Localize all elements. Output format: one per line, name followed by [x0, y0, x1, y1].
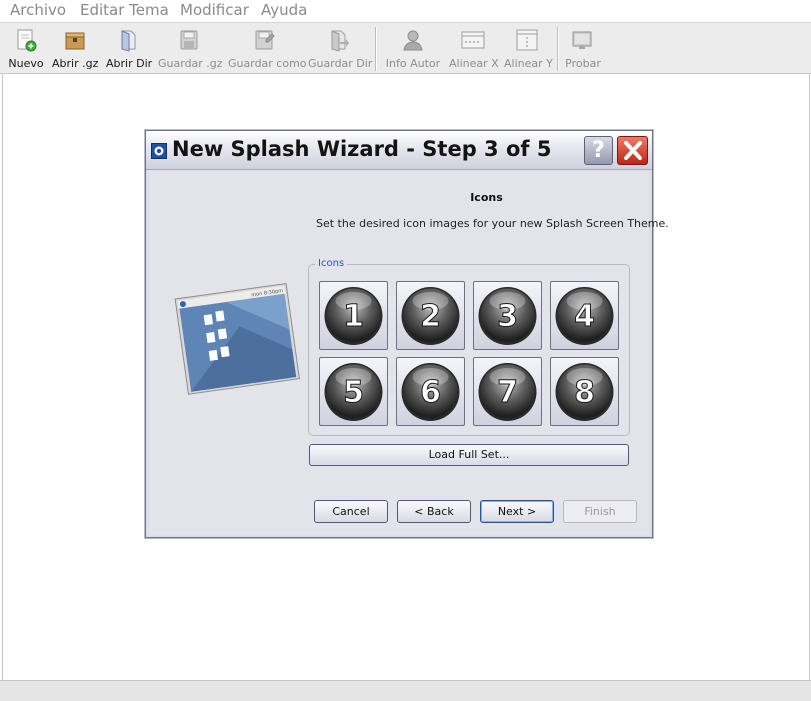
save-archive-icon [180, 30, 198, 50]
icon-number: 7 [497, 375, 518, 410]
open-directory-icon [121, 30, 136, 52]
icons-group-label: Icons [315, 258, 348, 269]
save-directory-icon [331, 30, 349, 52]
help-button[interactable]: ? [584, 136, 613, 165]
icon-slot-7-button[interactable]: 7 [473, 357, 542, 426]
author-icon [403, 30, 423, 51]
dialog-title: New Splash Wizard - Step 3 of 5 [172, 137, 552, 161]
save-gz-button[interactable]: Guardar .gz [158, 25, 223, 73]
open-dir-label: Abrir Dir [106, 57, 153, 70]
open-archive-icon [65, 32, 85, 50]
icon-slot-1-button[interactable]: 1 [319, 281, 388, 350]
icon-slot-8-button[interactable]: 8 [550, 357, 619, 426]
numbered-orb-icon: 3 [478, 287, 537, 345]
icon-number: 1 [343, 299, 364, 334]
toolbar-separator [375, 27, 377, 71]
next-button[interactable]: Next > [480, 500, 554, 523]
test-icon [572, 31, 592, 49]
icon-slot-4-button[interactable]: 4 [550, 281, 619, 350]
save-gz-label: Guardar .gz [158, 57, 223, 70]
author-info-button[interactable]: Info Autor [385, 25, 441, 73]
desktop-preview-image: mon 8:30pm [174, 282, 300, 395]
open-gz-label: Abrir .gz [52, 57, 99, 70]
save-as-label: Guardar como [228, 57, 307, 70]
dialog-titlebar[interactable]: New Splash Wizard - Step 3 of 5 ? [146, 131, 652, 170]
save-dir-label: Guardar Dir [308, 57, 373, 70]
numbered-orb-icon: 5 [324, 363, 383, 421]
test-label: Probar [565, 57, 601, 70]
section-heading: Icons [470, 191, 503, 204]
icon-number: 2 [420, 299, 441, 334]
align-x-label: Alinear X [449, 57, 499, 70]
icon-slot-2-button[interactable]: 2 [396, 281, 465, 350]
icon-slot-3-button[interactable]: 3 [473, 281, 542, 350]
splash-wizard-dialog: New Splash Wizard - Step 3 of 5 ? Icons … [145, 130, 669, 538]
load-full-set-button[interactable]: Load Full Set... [309, 444, 629, 466]
icon-number: 8 [574, 375, 595, 410]
icon-slot-6-button[interactable]: 6 [396, 357, 465, 426]
numbered-orb-icon: 1 [324, 287, 383, 345]
toolbar-separator [557, 27, 559, 71]
close-button[interactable] [617, 136, 648, 165]
open-gz-button[interactable]: Abrir .gz [52, 25, 98, 73]
menu-modificar[interactable]: Modificar [180, 0, 249, 22]
new-document-icon [17, 29, 37, 52]
icon-number: 3 [497, 299, 518, 334]
toolbar: Nuevo Abrir .gz Abrir Dir Guardar .gz Gu… [0, 22, 811, 74]
save-dir-button[interactable]: Guardar Dir [308, 25, 373, 73]
icon-slot-5-button[interactable]: 5 [319, 357, 388, 426]
back-button[interactable]: < Back [397, 500, 471, 523]
align-x-button[interactable]: Alinear X [449, 25, 499, 73]
close-icon [624, 141, 642, 160]
save-as-button[interactable]: Guardar como [228, 25, 307, 73]
status-bar [0, 680, 811, 701]
finish-button[interactable]: Finish [563, 500, 637, 523]
icon-number: 6 [420, 375, 441, 410]
menu-bar: Archivo Editar Tema Modificar Ayuda [0, 0, 811, 22]
icon-number: 5 [343, 375, 364, 410]
help-icon: ? [592, 138, 605, 163]
dialog-content: Icons Set the desired icon images for yo… [149, 171, 669, 535]
align-y-icon [516, 29, 538, 51]
numbered-orb-icon: 4 [555, 287, 614, 345]
menu-editar-tema[interactable]: Editar Tema [80, 0, 169, 22]
cancel-button[interactable]: Cancel [314, 500, 388, 523]
align-y-label: Alinear Y [504, 57, 553, 70]
test-button[interactable]: Probar [563, 25, 603, 73]
numbered-orb-icon: 6 [401, 363, 460, 421]
new-label: Nuevo [8, 57, 44, 70]
menu-ayuda[interactable]: Ayuda [261, 0, 307, 22]
app-icon [151, 143, 167, 159]
numbered-orb-icon: 2 [401, 287, 460, 345]
save-as-icon [255, 30, 275, 50]
icon-number: 4 [574, 299, 595, 334]
section-description: Set the desired icon images for your new… [316, 217, 669, 230]
new-button[interactable]: Nuevo [6, 25, 46, 73]
align-x-icon [461, 31, 485, 49]
author-info-label: Info Autor [385, 57, 441, 70]
align-y-button[interactable]: Alinear Y [504, 25, 553, 73]
open-dir-button[interactable]: Abrir Dir [106, 25, 153, 73]
numbered-orb-icon: 8 [555, 363, 614, 421]
numbered-orb-icon: 7 [478, 363, 537, 421]
menu-archivo[interactable]: Archivo [10, 0, 66, 22]
